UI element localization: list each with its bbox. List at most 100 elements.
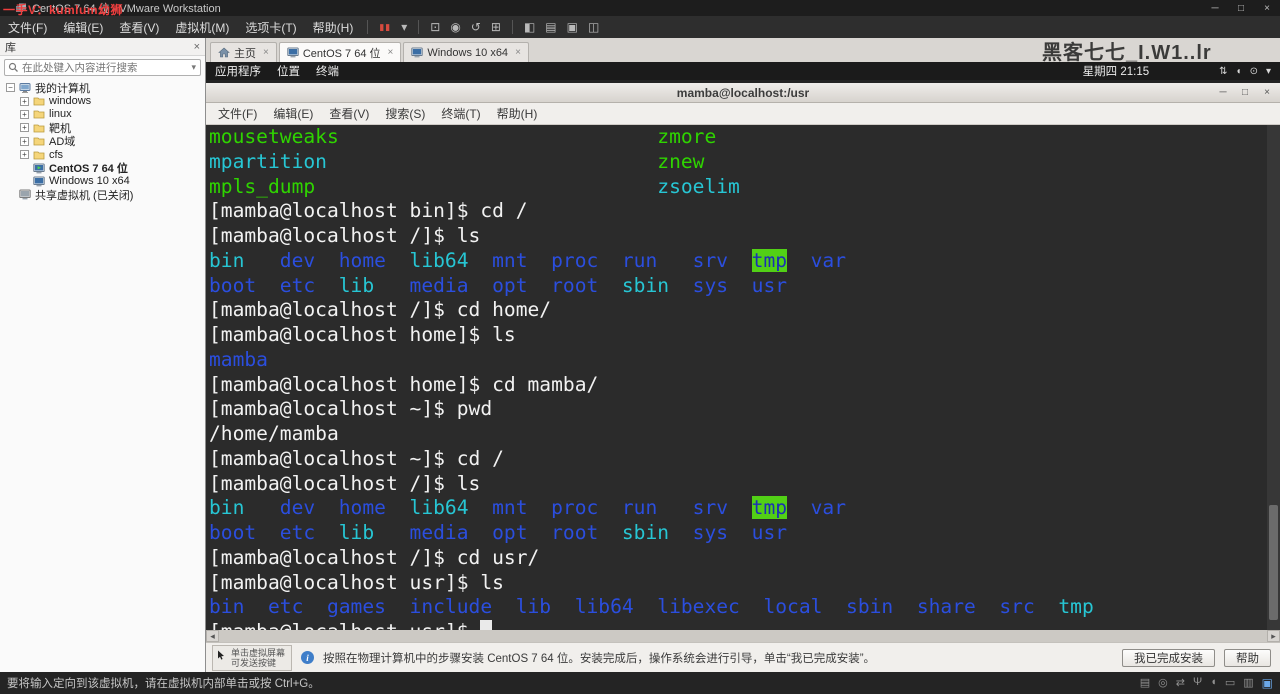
tab-close-icon[interactable]: × <box>388 47 394 58</box>
search-dropdown-icon[interactable]: ▾ <box>190 62 197 73</box>
gnome-menu-1[interactable]: 位置 <box>277 63 300 79</box>
terminal-text: mnt <box>492 248 528 272</box>
expand-icon[interactable]: + <box>20 136 29 146</box>
terminal-menu-4[interactable]: 终端(T) <box>433 103 488 124</box>
fullscreen-icon[interactable]: ▣ <box>562 20 583 34</box>
app-menu-1[interactable]: 编辑(E) <box>55 16 111 38</box>
tab-home[interactable]: 主页 × <box>210 42 277 62</box>
terminal-minimize-button[interactable]: ─ <box>1216 87 1230 98</box>
finish-install-button[interactable]: 我已完成安装 <box>1122 648 1215 667</box>
terminal-text: zsoelim <box>657 174 740 198</box>
terminal-text: mnt <box>492 496 528 520</box>
sidebar-item-1[interactable]: + windows <box>0 94 205 107</box>
minimize-button[interactable]: ─ <box>1202 0 1228 16</box>
terminal-maximize-button[interactable]: □ <box>1238 87 1252 98</box>
terminal-scrollbar-thumb[interactable] <box>1269 505 1278 620</box>
sidebar-item-3[interactable]: + 靶机 <box>0 121 205 135</box>
sound-icon[interactable]: ◖ <box>1210 676 1217 690</box>
tab-centos-7-64-位[interactable]: CentOS 7 64 位 × <box>278 42 402 62</box>
console-view-icon[interactable]: ▤ <box>540 20 561 34</box>
sidebar-item-label: cfs <box>49 148 64 161</box>
library-search-input[interactable] <box>22 61 191 74</box>
sidebar-item-4[interactable]: + AD域 <box>0 135 205 148</box>
sidebar-item-8[interactable]: 共享虚拟机 (已关闭) <box>0 188 205 202</box>
scroll-left-icon[interactable]: ◂ <box>206 630 219 642</box>
console-horizontal-scrollbar[interactable]: ◂ ▸ <box>206 630 1280 642</box>
app-menu-3[interactable]: 虚拟机(M) <box>167 16 237 38</box>
terminal-menu-3[interactable]: 搜索(S) <box>377 103 433 124</box>
terminal-menu-0[interactable]: 文件(F) <box>210 103 265 124</box>
tab-close-icon[interactable]: × <box>263 47 269 58</box>
terminal-menu-2[interactable]: 查看(V) <box>321 103 377 124</box>
power-icon[interactable]: ⊙ <box>1250 66 1258 77</box>
chevron-down-icon[interactable]: ▾ <box>1266 66 1271 77</box>
pause-dropdown[interactable]: ▾ <box>396 20 412 34</box>
tab-windows-10-x64[interactable]: Windows 10 x64 × <box>403 42 529 62</box>
terminal-line: /home/mamba <box>209 422 1280 447</box>
vm-console-screen[interactable]: 应用程序 位置 终端 星期四 21:15 ⇅ ◖ ⊙ ▾ mamba@localhost:… <box>206 62 1280 642</box>
gnome-menu-0[interactable]: 应用程序 <box>215 63 261 79</box>
computer-icon <box>19 82 31 94</box>
cd-rom-icon[interactable]: ◎ <box>1158 676 1168 690</box>
sidebar-item-6[interactable]: CentOS 7 64 位 <box>0 161 205 175</box>
terminal-text: src <box>999 595 1035 619</box>
terminal-line: [mamba@localhost home]$ ls <box>209 323 1280 348</box>
expand-icon[interactable]: + <box>20 109 29 119</box>
terminal-title-bar[interactable]: mamba@localhost:/usr ─ □ × <box>206 83 1280 103</box>
library-close-button[interactable]: × <box>194 41 200 53</box>
expand-icon[interactable]: + <box>20 123 29 133</box>
sidebar-item-label: linux <box>49 108 72 121</box>
terminal-text: [mamba@localhost home]$ cd mamba/ <box>209 372 599 396</box>
terminal-menu-5[interactable]: 帮助(H) <box>489 103 546 124</box>
usb-icon[interactable]: Ψ <box>1193 676 1202 690</box>
network-icon[interactable]: ⇅ <box>1219 66 1227 77</box>
library-header: 库 × <box>0 38 205 56</box>
app-menu-2[interactable]: 查看(V) <box>111 16 167 38</box>
vm-icon <box>411 47 424 58</box>
hard-disk-icon[interactable]: ▤ <box>1140 676 1150 690</box>
terminal-line: bin etc games include lib lib64 libexec … <box>209 595 1280 620</box>
send-ctrl-alt-del-icon[interactable]: ⊡ <box>425 20 445 34</box>
revert-snapshot-icon[interactable]: ↺ <box>466 20 486 34</box>
help-button[interactable]: 帮助 <box>1224 648 1271 667</box>
app-menu-4[interactable]: 选项卡(T) <box>237 16 304 38</box>
close-button[interactable]: × <box>1254 0 1280 16</box>
pause-button[interactable]: ▮▮ <box>374 22 396 33</box>
printer-icon[interactable]: ▭ <box>1225 676 1235 690</box>
install-message: 按照在物理计算机中的步骤安装 CentOS 7 64 位。安装完成后，操作系统会… <box>323 652 876 665</box>
terminal-line: mamba <box>209 348 1280 373</box>
terminal-text: srv <box>692 496 729 520</box>
library-search-box[interactable]: ▾ <box>4 59 201 76</box>
terminal-menu-1[interactable]: 编辑(E) <box>265 103 321 124</box>
gnome-clock[interactable]: 星期四 21:15 <box>1083 63 1149 79</box>
snapshot-manager-icon[interactable]: ⊞ <box>486 20 506 34</box>
network-adapter-icon[interactable]: ⇄ <box>1176 676 1185 690</box>
app-menu-5[interactable]: 帮助(H) <box>305 16 362 38</box>
sidebar-item-0[interactable]: − 我的计算机 <box>0 81 205 95</box>
show-library-icon[interactable]: ◧ <box>519 20 540 34</box>
terminal-output[interactable]: mousetweaks zmore mpartition znew mpls_dum… <box>206 125 1280 642</box>
volume-icon[interactable]: ◖ <box>1236 66 1242 77</box>
screen-mode-icon[interactable]: ▣ <box>1262 676 1273 690</box>
scroll-right-icon[interactable]: ▸ <box>1267 630 1280 642</box>
expand-icon[interactable]: + <box>20 96 29 106</box>
app-menu-0[interactable]: 文件(F) <box>0 16 55 38</box>
sidebar-item-2[interactable]: + linux <box>0 108 205 121</box>
terminal-text: lib <box>338 521 375 544</box>
snapshot-icon[interactable]: ◉ <box>445 20 465 34</box>
terminal-scrollbar[interactable] <box>1267 125 1280 630</box>
terminal-text: sys <box>692 273 729 297</box>
message-log-icon[interactable]: ▥ <box>1243 676 1253 690</box>
maximize-button[interactable]: □ <box>1228 0 1254 16</box>
gnome-menu-2[interactable]: 终端 <box>316 63 339 79</box>
collapse-icon[interactable]: − <box>6 83 15 93</box>
expand-icon[interactable]: + <box>20 150 29 160</box>
unity-icon[interactable]: ◫ <box>583 20 604 34</box>
terminal-close-button[interactable]: × <box>1260 87 1274 98</box>
tab-close-icon[interactable]: × <box>515 47 521 58</box>
